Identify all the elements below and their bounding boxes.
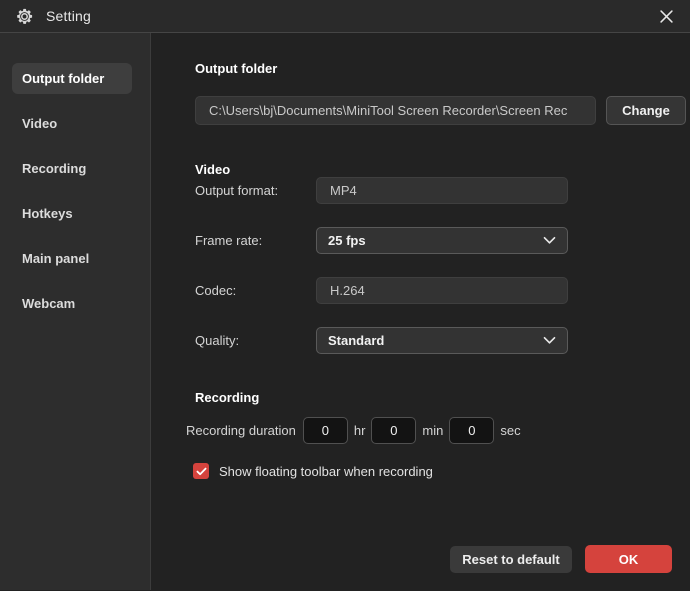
- quality-row: Quality: Standard: [195, 327, 690, 354]
- codec-row: Codec:: [195, 277, 690, 304]
- output-format-row: Output format:: [195, 177, 690, 204]
- duration-seconds-input[interactable]: [449, 417, 494, 444]
- sidebar-item-video[interactable]: Video: [12, 108, 132, 139]
- window-body: Output folder Video Recording Hotkeys Ma…: [0, 33, 690, 590]
- frame-rate-row: Frame rate: 25 fps: [195, 227, 690, 254]
- recording-duration-label: Recording duration: [186, 423, 296, 438]
- duration-hours-input[interactable]: [303, 417, 348, 444]
- codec-input[interactable]: [316, 277, 568, 304]
- recording-heading: Recording: [195, 390, 690, 405]
- footer-actions: Reset to default OK: [450, 545, 672, 573]
- frame-rate-dropdown[interactable]: 25 fps: [316, 227, 568, 254]
- sidebar-item-recording[interactable]: Recording: [12, 153, 132, 184]
- output-format-label: Output format:: [195, 183, 316, 198]
- sidebar-item-webcam[interactable]: Webcam: [12, 288, 132, 319]
- ok-button[interactable]: OK: [585, 545, 672, 573]
- quality-dropdown[interactable]: Standard: [316, 327, 568, 354]
- window-title: Setting: [46, 8, 91, 24]
- minutes-unit-label: min: [422, 423, 443, 438]
- frame-rate-value: 25 fps: [328, 233, 543, 248]
- reset-to-default-button[interactable]: Reset to default: [450, 546, 572, 573]
- chevron-down-icon: [543, 236, 556, 245]
- change-button[interactable]: Change: [606, 96, 686, 125]
- codec-label: Codec:: [195, 283, 316, 298]
- floating-toolbar-checkbox-label: Show floating toolbar when recording: [219, 464, 433, 479]
- sidebar-item-hotkeys[interactable]: Hotkeys: [12, 198, 132, 229]
- sidebar-item-output-folder[interactable]: Output folder: [12, 63, 132, 94]
- video-heading: Video: [195, 162, 690, 177]
- quality-label: Quality:: [195, 333, 316, 348]
- checkbox-checked-icon[interactable]: [193, 463, 209, 479]
- sidebar-item-main-panel[interactable]: Main panel: [12, 243, 132, 274]
- titlebar: Setting: [0, 0, 690, 33]
- gear-icon: [16, 8, 33, 25]
- quality-value: Standard: [328, 333, 543, 348]
- frame-rate-label: Frame rate:: [195, 233, 316, 248]
- duration-minutes-input[interactable]: [371, 417, 416, 444]
- floating-toolbar-checkbox-row[interactable]: Show floating toolbar when recording: [193, 463, 690, 479]
- sidebar: Output folder Video Recording Hotkeys Ma…: [0, 33, 151, 590]
- close-button[interactable]: [652, 3, 680, 29]
- main-panel: Output folder Change Video Output format…: [151, 33, 690, 590]
- seconds-unit-label: sec: [500, 423, 520, 438]
- settings-window: Setting Output folder Video Recording Ho…: [0, 0, 690, 591]
- output-path-input[interactable]: [195, 96, 596, 125]
- recording-duration-row: Recording duration hr min sec: [186, 417, 690, 444]
- output-folder-row: Change: [195, 96, 690, 125]
- close-icon: [660, 10, 673, 23]
- output-format-input[interactable]: [316, 177, 568, 204]
- hours-unit-label: hr: [354, 423, 366, 438]
- output-folder-heading: Output folder: [195, 61, 690, 76]
- chevron-down-icon: [543, 336, 556, 345]
